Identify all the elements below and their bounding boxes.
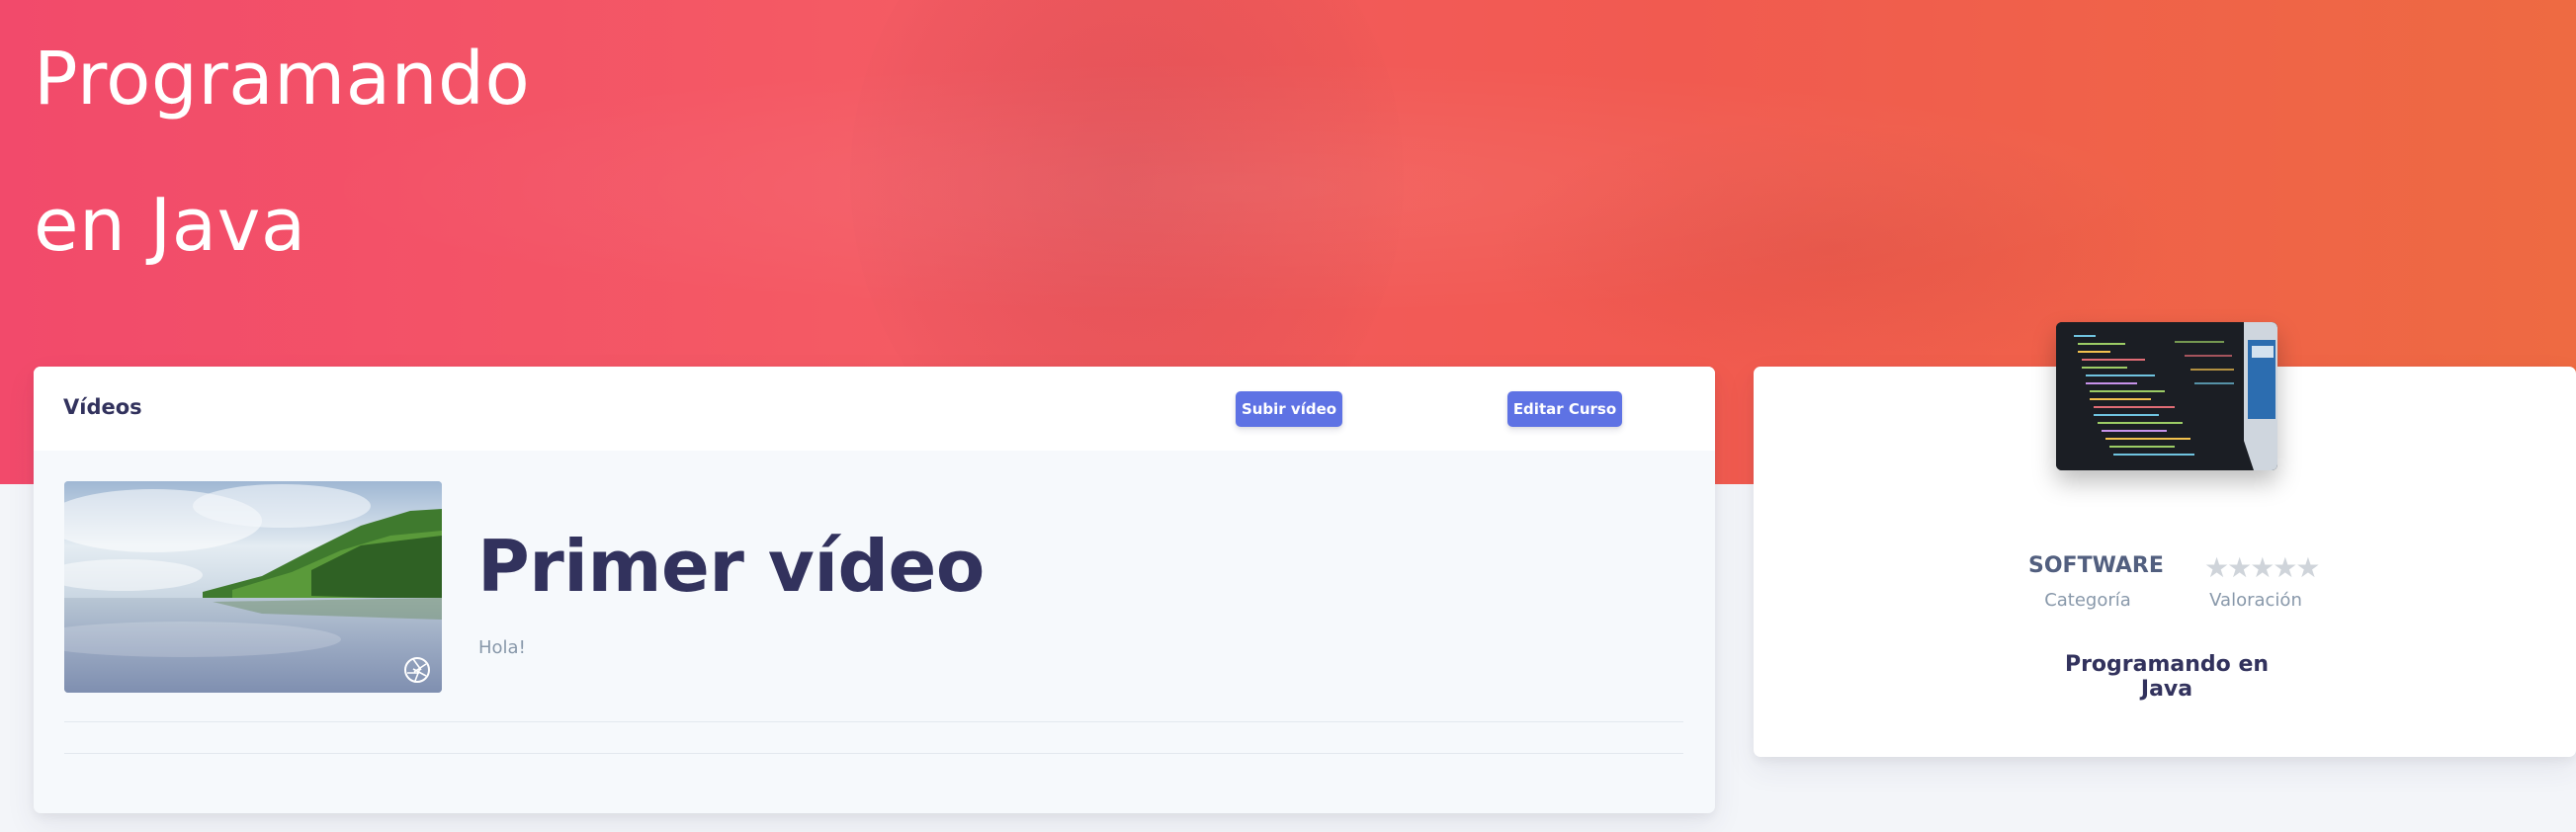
divider [64, 753, 1683, 754]
videos-card-title: Vídeos [63, 395, 142, 419]
divider [64, 721, 1683, 722]
page-title-line1: Programando [34, 37, 531, 122]
video-title[interactable]: Primer vídeo [477, 525, 985, 608]
rating-stars-icon: ★★★★★ [2204, 551, 2321, 584]
video-description: Hola! [478, 637, 526, 658]
video-thumbnail[interactable] [64, 481, 442, 693]
course-cover-image [2056, 322, 2277, 470]
category-value: SOFTWARE [2028, 553, 2164, 578]
rating-label: Valoración [2209, 590, 2302, 611]
category-label: Categoría [2044, 590, 2131, 611]
page-title: Programando en Java [34, 6, 530, 298]
page-title-line2: en Java [34, 183, 306, 268]
course-name: Programando en Java [2064, 652, 2270, 702]
upload-video-button[interactable]: Subir vídeo [1236, 391, 1342, 427]
videos-card-header: Vídeos Subir vídeo Editar Curso [34, 367, 1715, 451]
edit-course-button[interactable]: Editar Curso [1507, 391, 1622, 427]
videos-card: Vídeos Subir vídeo Editar Curso Primer v… [34, 367, 1715, 813]
